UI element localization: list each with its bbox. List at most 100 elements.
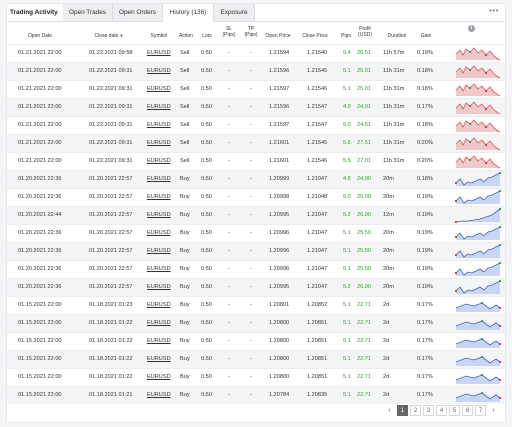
table-row[interactable]: 01.20.2021 22:36 01.20.2021 22:57 EURUSD Bu… xyxy=(7,224,505,242)
symbol-link[interactable]: EURUSD xyxy=(147,99,171,116)
table-row[interactable]: 01.20.2021 22:36 01.20.2021 22:57 EURUSD Bu… xyxy=(7,188,505,206)
open-date-cell: 01.15.2021 22:00 xyxy=(18,338,62,344)
sparkline-area xyxy=(456,245,500,258)
open-date-cell: 01.20.2021 22:36 xyxy=(18,248,62,254)
close-price-cell: 1.20835 xyxy=(307,392,328,398)
trade-sparkline xyxy=(455,355,501,366)
pips-cell: 5.0 xyxy=(343,194,351,200)
close-price-cell: 1.20851 xyxy=(307,320,328,326)
col-lots[interactable]: Lots xyxy=(199,33,215,39)
sl-cell: - xyxy=(228,176,230,182)
table-row[interactable]: 01.20.2021 22:36 01.20.2021 22:57 EURUSD Bu… xyxy=(7,170,505,188)
duration-cell: 11h 31m xyxy=(383,86,405,92)
table-row[interactable]: 01.15.2021 22:00 01.18.2021 01:21 EURUSD Bu… xyxy=(7,386,505,404)
symbol-link[interactable]: EURUSD xyxy=(147,315,171,332)
page-button[interactable]: 7 xyxy=(475,405,486,416)
table-row[interactable]: 01.15.2021 22:00 01.18.2021 01:22 EURUSD Bu… xyxy=(7,368,505,386)
page-button[interactable]: 2 xyxy=(410,405,421,416)
close-date-cell: 01.20.2021 22:57 xyxy=(89,284,133,290)
table-row[interactable]: 01.15.2021 22:00 01.18.2021 01:22 EURUSD Bu… xyxy=(7,350,505,368)
col-action[interactable]: Action xyxy=(175,33,197,39)
table-row[interactable]: 01.15.2021 22:00 01.18.2021 01:22 EURUSD Bu… xyxy=(7,332,505,350)
profit-cell: 22.71 xyxy=(357,302,371,308)
col-pips[interactable]: Pips xyxy=(340,33,352,39)
symbol-link[interactable]: EURUSD xyxy=(147,171,171,188)
col-profit[interactable]: Profit (USD) xyxy=(355,26,375,38)
table-row[interactable]: 01.21.2021 22:00 01.22.2021 09:31 EURUSD Se… xyxy=(7,152,505,170)
page-button[interactable]: 4 xyxy=(436,405,447,416)
trade-sparkline xyxy=(455,101,501,115)
symbol-link[interactable]: EURUSD xyxy=(147,261,171,278)
page-button[interactable]: 1 xyxy=(397,405,408,416)
col-symbol[interactable]: Symbol xyxy=(147,33,171,39)
table-row[interactable]: 01.20.2021 22:36 01.20.2021 22:57 EURUSD Bu… xyxy=(7,242,505,260)
col-duration[interactable]: Duration xyxy=(382,33,412,39)
page-button[interactable]: 6 xyxy=(462,405,473,416)
symbol-link[interactable]: EURUSD xyxy=(147,297,171,314)
open-price-cell: 1.21597 xyxy=(269,122,290,128)
sl-cell: - xyxy=(228,140,230,146)
table-row[interactable]: 01.15.2021 22:00 01.18.2021 01:23 EURUSD Bu… xyxy=(7,296,505,314)
table-row[interactable]: 01.21.2021 22:00 01.22.2021 09:31 EURUSD Se… xyxy=(7,134,505,152)
tab-bar: Trading Activity Open Trades Open Orders… xyxy=(7,4,505,22)
symbol-link[interactable]: EURUSD xyxy=(147,333,171,350)
trade-sparkline xyxy=(455,226,501,240)
table-row[interactable]: 01.21.2021 22:00 01.22.2021 09:31 EURUSD Se… xyxy=(7,116,505,134)
col-close-date[interactable]: Close date ▼ xyxy=(87,33,131,39)
pips-cell: 5.1 xyxy=(343,86,351,92)
col-open-price[interactable]: Open Price xyxy=(263,33,293,39)
table-row[interactable]: 01.20.2021 22:36 01.20.2021 22:57 EURUSD Bu… xyxy=(7,260,505,278)
tab-exposure[interactable]: Exposure xyxy=(214,4,255,21)
trade-sparkline xyxy=(455,190,501,204)
tab-history[interactable]: History (136) xyxy=(163,4,214,22)
symbol-link[interactable]: EURUSD xyxy=(147,225,171,242)
page-button[interactable]: 3 xyxy=(423,405,434,416)
symbol-link[interactable]: EURUSD xyxy=(147,153,171,170)
symbol-link[interactable]: EURUSD xyxy=(147,207,171,224)
symbol-link[interactable]: EURUSD xyxy=(147,387,171,404)
symbol-link[interactable]: EURUSD xyxy=(147,117,171,134)
table-row[interactable]: 01.15.2021 22:00 01.18.2021 01:22 EURUSD Bu… xyxy=(7,314,505,332)
gain-cell: 0.19% xyxy=(417,212,433,218)
table-row[interactable]: 01.20.2021 22:44 01.20.2021 22:57 EURUSD Bu… xyxy=(7,206,505,224)
table-row[interactable]: 01.21.2021 22:00 01.22.2021 09:31 EURUSD Se… xyxy=(7,62,505,80)
symbol-link[interactable]: EURUSD xyxy=(147,369,171,386)
chevron-left-icon[interactable]: ‹ xyxy=(384,405,395,416)
table-row[interactable]: 01.21.2021 22:00 01.22.2021 09:31 EURUSD Se… xyxy=(7,80,505,98)
symbol-link[interactable]: EURUSD xyxy=(147,243,171,260)
action-cell: Sell xyxy=(180,104,190,110)
tab-open-orders[interactable]: Open Orders xyxy=(113,4,163,21)
more-options-icon[interactable]: ••• xyxy=(489,4,499,18)
gain-cell: 0.17% xyxy=(417,356,433,362)
info-icon[interactable]: i xyxy=(468,25,475,32)
open-date-cell: 01.21.2021 22:00 xyxy=(18,68,62,74)
exit-marker xyxy=(498,396,501,400)
symbol-link[interactable]: EURUSD xyxy=(147,135,171,152)
symbol-link[interactable]: EURUSD xyxy=(147,279,171,296)
pips-cell: 4.8 xyxy=(343,176,351,182)
symbol-link[interactable]: EURUSD xyxy=(147,45,171,62)
col-gain[interactable]: Gain xyxy=(418,33,434,39)
chevron-right-icon[interactable]: › xyxy=(488,405,499,416)
symbol-link[interactable]: EURUSD xyxy=(147,81,171,98)
col-tp[interactable]: TP (Pips) xyxy=(241,26,261,38)
close-price-cell: 1.21540 xyxy=(307,50,328,56)
close-price-cell: 1.21047 xyxy=(307,266,328,272)
table-row[interactable]: 01.20.2021 22:36 01.20.2021 22:57 EURUSD Bu… xyxy=(7,278,505,296)
open-date-cell: 01.21.2021 22:00 xyxy=(18,50,62,56)
table-row[interactable]: 01.21.2021 22:00 01.22.2021 09:58 EURUSD Se… xyxy=(7,44,505,62)
close-price-cell: 1.21545 xyxy=(307,140,328,146)
col-close-price[interactable]: Close Price xyxy=(300,33,330,39)
page-button[interactable]: 5 xyxy=(449,405,460,416)
pips-cell: 5.1 xyxy=(343,302,351,308)
tab-open-trades[interactable]: Open Trades xyxy=(63,4,113,21)
symbol-link[interactable]: EURUSD xyxy=(147,63,171,80)
table-row[interactable]: 01.21.2021 22:00 01.22.2021 09:31 EURUSD Se… xyxy=(7,98,505,116)
close-date-cell: 01.20.2021 22:57 xyxy=(89,266,133,272)
col-sl[interactable]: SL (Pips) xyxy=(219,26,239,38)
col-open-date[interactable]: Open Date xyxy=(15,33,65,39)
symbol-link[interactable]: EURUSD xyxy=(147,351,171,368)
duration-cell: 20m xyxy=(383,284,394,290)
trade-sparkline xyxy=(455,83,501,97)
symbol-link[interactable]: EURUSD xyxy=(147,189,171,206)
